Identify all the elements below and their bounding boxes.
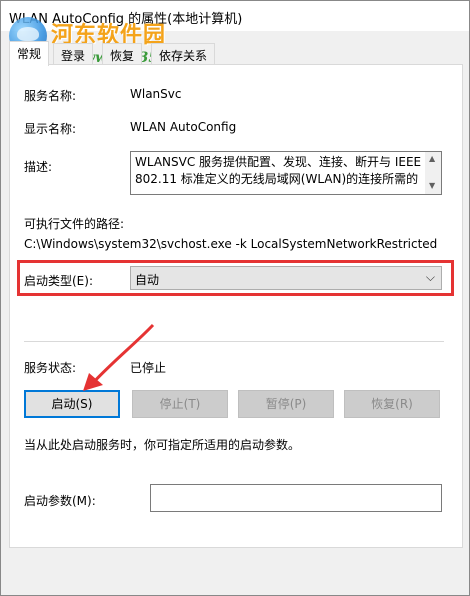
service-status-value: 已停止 — [130, 361, 167, 375]
pause-button[interactable]: 暂停(P) — [238, 390, 334, 418]
resume-button[interactable]: 恢复(R) — [344, 390, 440, 418]
general-panel: 服务名称: WlanSvc 显示名称: WLAN AutoConfig 描述: … — [9, 64, 463, 548]
service-name-value: WlanSvc — [130, 87, 182, 101]
start-params-label: 启动参数(M): — [24, 494, 96, 508]
section-divider — [24, 341, 444, 342]
tab-general[interactable]: 常规 — [9, 41, 50, 66]
scroll-down-icon[interactable]: ▼ — [429, 182, 437, 190]
display-name-value: WLAN AutoConfig — [130, 120, 237, 134]
hint-text: 当从此处启动服务时，你可指定所适用的启动参数。 — [24, 438, 301, 452]
start-button[interactable]: 启动(S) — [24, 390, 120, 418]
description-value: WLANSVC 服务提供配置、发现、连接、断开与 IEEE 802.11 标准定… — [135, 155, 422, 186]
description-scrollbar[interactable]: ▲ ▼ — [425, 152, 441, 194]
tab-logon[interactable]: 登录 — [53, 43, 94, 65]
tab-recovery[interactable]: 恢复 — [102, 43, 143, 65]
properties-dialog: WLAN AutoConfig 的属性(本地计算机) 河东软件园 www.pc0… — [0, 0, 470, 596]
description-label: 描述: — [24, 160, 53, 174]
window-title: WLAN AutoConfig 的属性(本地计算机) — [9, 12, 243, 27]
exe-path-label: 可执行文件的路径: — [24, 217, 125, 231]
title-bar: WLAN AutoConfig 的属性(本地计算机) — [1, 1, 469, 31]
tab-strip: 常规 登录 恢复 依存关系 — [9, 41, 463, 66]
tab-dependencies[interactable]: 依存关系 — [151, 43, 216, 65]
display-name-label: 显示名称: — [24, 122, 77, 136]
service-name-label: 服务名称: — [24, 89, 77, 103]
stop-button[interactable]: 停止(T) — [132, 390, 228, 418]
service-status-label: 服务状态: — [24, 361, 77, 375]
scroll-up-icon[interactable]: ▲ — [429, 155, 437, 163]
exe-path-value: C:\Windows\system32\svchost.exe -k Local… — [24, 237, 438, 251]
start-params-input[interactable] — [150, 484, 442, 512]
description-textbox[interactable]: WLANSVC 服务提供配置、发现、连接、断开与 IEEE 802.11 标准定… — [130, 151, 442, 195]
startup-type-highlight-box — [17, 260, 454, 296]
